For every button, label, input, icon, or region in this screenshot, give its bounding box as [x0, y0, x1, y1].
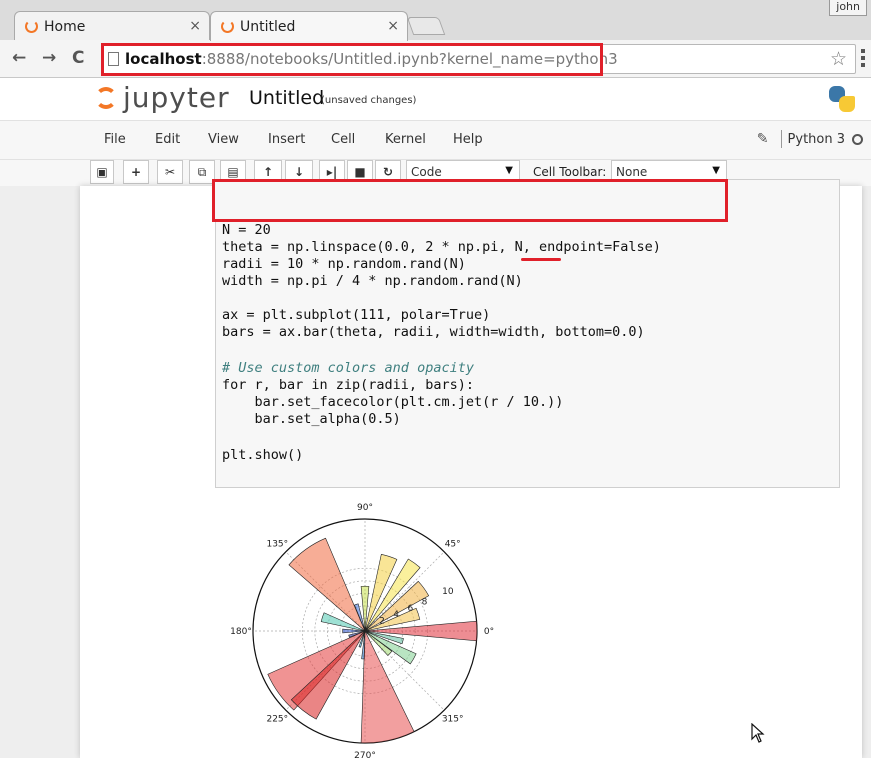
back-icon[interactable]: ← [12, 48, 26, 68]
tab-home[interactable]: Home × [14, 11, 210, 41]
radial-tick-label: 6 [407, 604, 413, 614]
angle-tick-label: 270° [354, 751, 376, 758]
chevron-down-icon: ▼ [505, 165, 513, 176]
pencil-icon[interactable]: ✎ [757, 131, 769, 147]
cut-icon[interactable]: ✂ [157, 160, 183, 184]
cell-type-value: Code [411, 165, 442, 179]
angle-tick-label: 0° [484, 627, 494, 637]
user-badge[interactable]: john [829, 0, 867, 16]
tab-label: Untitled [240, 18, 296, 35]
address-bar[interactable]: localhost :8888/notebooks/Untitled.ipynb… [101, 44, 856, 74]
menubar: File Edit View Insert Cell Kernel Help ✎… [0, 120, 871, 160]
cell-toolbar-label: Cell Toolbar: [533, 165, 607, 179]
code-line: width = np.pi / 4 * np.random.rand(N) [222, 273, 523, 289]
forward-icon[interactable]: → [42, 48, 56, 68]
menu-kernel[interactable]: Kernel [385, 132, 426, 147]
jupyter-page: jupyter Untitled (unsaved changes) File … [0, 78, 871, 758]
new-tab-button[interactable] [406, 17, 446, 35]
code-line: bars = ax.bar(theta, radii, width=width,… [222, 324, 645, 340]
code-line: radii = 10 * np.random.rand(N) [222, 256, 466, 272]
url-path: :8888/notebooks/Untitled.ipynb?kernel_na… [201, 50, 618, 68]
radial-tick-label: 10 [442, 587, 454, 597]
browser-menu-icon[interactable] [861, 49, 865, 70]
menu-file[interactable]: File [104, 132, 126, 147]
polar-chart-output: 0° 45° 90° 135° 180° 225° 270° 315° 2 4 6 8 10 [220, 496, 500, 758]
tab-untitled[interactable]: Untitled × [210, 11, 408, 41]
menu-insert[interactable]: Insert [268, 132, 305, 147]
page-icon [108, 52, 119, 66]
save-icon[interactable]: ▣ [90, 160, 114, 184]
logo-text: jupyter [123, 81, 230, 114]
browser-toolbar: ← → C localhost :8888/notebooks/Untitled… [0, 40, 871, 78]
highlight-box [212, 179, 728, 222]
radial-tick-label: 8 [422, 597, 428, 607]
tab-label: Home [44, 18, 86, 35]
code-line: for r, bar in zip(radii, bars): [222, 377, 474, 393]
menu-view[interactable]: View [208, 132, 239, 147]
angle-tick-label: 180° [230, 627, 252, 637]
save-status: (unsaved changes) [321, 95, 417, 106]
jupyter-favicon-icon [221, 20, 234, 33]
tab-close-icon[interactable]: × [387, 18, 399, 34]
code-line: plt.show() [222, 447, 304, 463]
reload-icon[interactable]: C [72, 48, 84, 68]
code-line: bar.set_facecolor(plt.cm.jet(r / 10.)) [222, 394, 564, 410]
angle-tick-label: 90° [357, 503, 373, 513]
jupyter-logo[interactable]: jupyter [95, 81, 230, 114]
notebook-name[interactable]: Untitled [249, 87, 324, 109]
jupyter-favicon-icon [25, 20, 38, 33]
python-logo-icon [829, 86, 855, 112]
angle-tick-label: 315° [442, 715, 464, 725]
code-line: ax = plt.subplot(111, polar=True) [222, 307, 491, 323]
red-underline-mark [521, 258, 561, 261]
tab-close-icon[interactable]: × [189, 18, 201, 34]
angle-tick-label: 135° [266, 539, 288, 549]
angle-tick-label: 225° [266, 715, 288, 725]
code-line: theta = np.linspace(0.0, 2 * np.pi, N, e… [222, 239, 661, 255]
code-line: bar.set_alpha(0.5) [222, 411, 401, 427]
browser-tabstrip: Home × Untitled × john [0, 0, 871, 41]
kernel-name: Python 3 [787, 131, 845, 147]
code-comment: # Use custom colors and opacity [222, 360, 474, 376]
mouse-cursor-icon [751, 723, 765, 743]
code-cell[interactable]: N = 20 theta = np.linspace(0.0, 2 * np.p… [215, 179, 840, 488]
kernel-status-icon [852, 133, 863, 145]
polar-chart: 0° 45° 90° 135° 180° 225° 270° 315° 2468 10 [230, 503, 494, 758]
angle-tick-label: 45° [445, 539, 461, 549]
jupyter-logo-icon [95, 86, 117, 109]
menu-edit[interactable]: Edit [155, 132, 180, 147]
add-icon[interactable]: + [123, 160, 149, 184]
jupyter-header: jupyter Untitled (unsaved changes) [0, 78, 871, 120]
cell-toolbar-value: None [616, 165, 648, 179]
kernel-indicator: ✎ Python 3 [757, 130, 863, 148]
url-host: localhost [125, 50, 202, 68]
radial-tick-label: 4 [393, 610, 399, 620]
menu-help[interactable]: Help [453, 132, 483, 147]
radial-tick-label: 2 [379, 616, 385, 626]
chevron-down-icon: ▼ [712, 165, 720, 176]
code-line: N = 20 [222, 222, 271, 238]
bookmark-star-icon[interactable]: ☆ [830, 48, 847, 70]
menu-cell[interactable]: Cell [331, 132, 355, 147]
